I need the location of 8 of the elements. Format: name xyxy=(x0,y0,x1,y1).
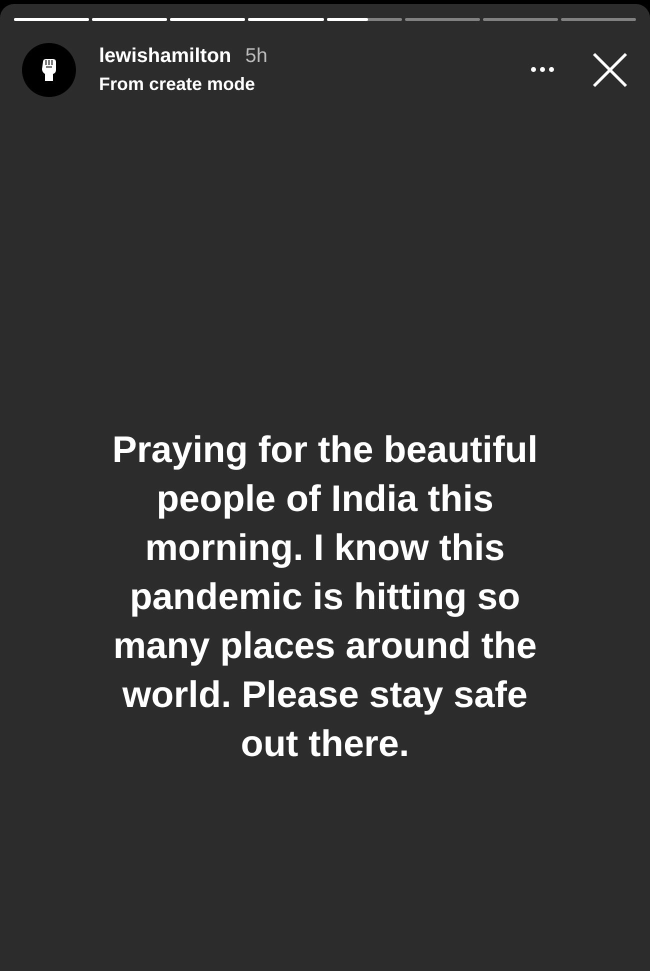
more-icon[interactable] xyxy=(529,65,556,74)
avatar[interactable] xyxy=(22,42,76,96)
post-time: 5h xyxy=(245,44,268,69)
close-icon[interactable] xyxy=(592,52,628,88)
fist-icon xyxy=(40,58,58,82)
subtitle[interactable]: From create mode xyxy=(99,71,268,98)
username[interactable]: lewishamilton xyxy=(99,41,232,71)
story-text: Praying for the beautiful people of India this morning. I know this pandemic is hitting so many places around the world. Please stay safe out there. xyxy=(111,428,539,766)
